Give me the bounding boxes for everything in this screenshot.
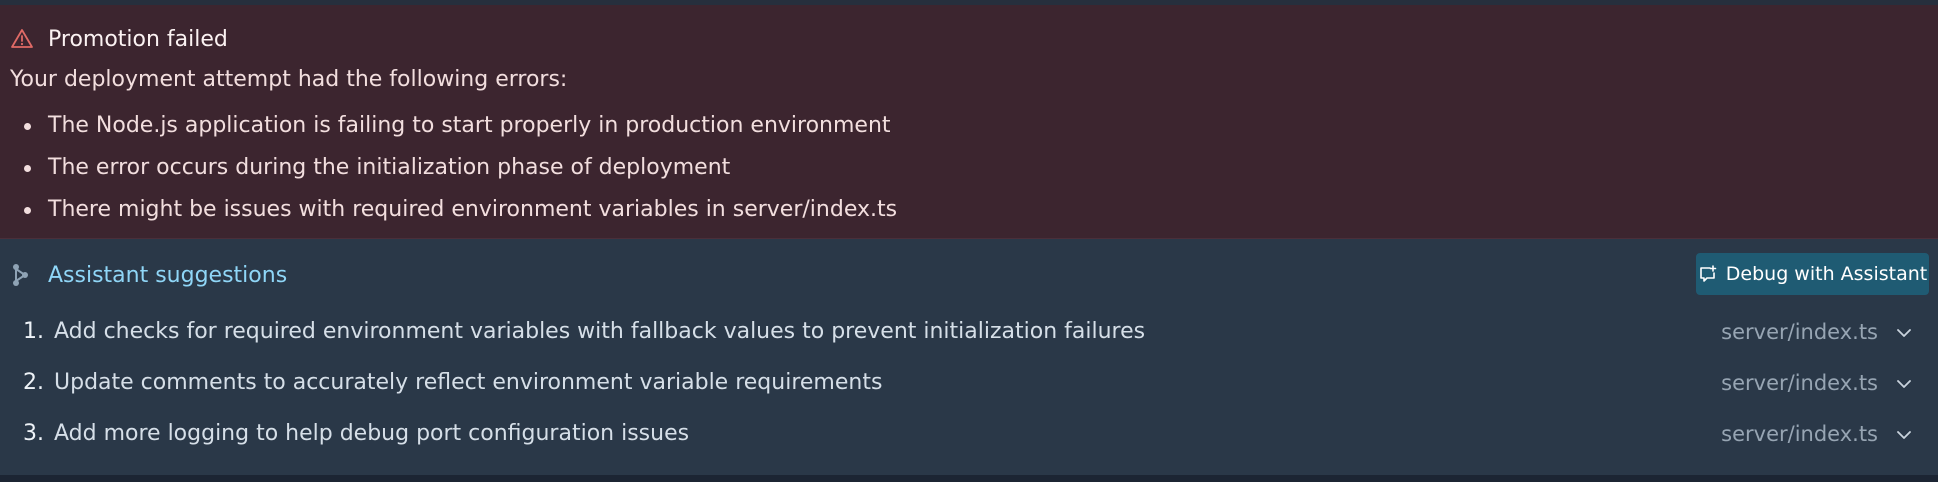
error-header: Promotion failed (10, 23, 228, 55)
chevron-down-icon[interactable] (1894, 323, 1914, 343)
bottom-divider (0, 475, 1938, 482)
error-title: Promotion failed (48, 26, 228, 52)
error-item: There might be issues with required envi… (24, 193, 897, 235)
suggestion-text: Add checks for required environment vari… (54, 319, 1146, 344)
suggestion-row[interactable]: 1. Add checks for required environment v… (0, 311, 1938, 362)
suggestion-row[interactable]: 2. Update comments to accurately reflect… (0, 362, 1938, 413)
chevron-down-icon[interactable] (1894, 425, 1914, 445)
suggestion-row[interactable]: 3. Add more logging to help debug port c… (0, 413, 1938, 464)
suggestions-title: Assistant suggestions (48, 262, 288, 288)
suggestion-file: server/index.ts (1721, 371, 1878, 395)
debug-button-label: Debug with Assistant (1725, 263, 1928, 285)
debug-with-assistant-button[interactable]: Debug with Assistant (1696, 253, 1929, 295)
suggestion-text: Add more logging to help debug port conf… (54, 421, 690, 446)
suggestion-text: Update comments to accurately reflect en… (54, 370, 883, 395)
deployment-result-panel: Promotion failed Your deployment attempt… (0, 0, 1938, 482)
assistant-icon (10, 263, 32, 287)
error-item: The error occurs during the initializati… (24, 151, 897, 193)
suggestion-file: server/index.ts (1721, 320, 1878, 344)
chat-plus-icon (1698, 264, 1718, 284)
suggestion-number: 1. (23, 319, 44, 344)
error-intro: Your deployment attempt had the followin… (10, 67, 568, 92)
chevron-down-icon[interactable] (1894, 374, 1914, 394)
suggestion-file: server/index.ts (1721, 422, 1878, 446)
suggestion-number: 2. (23, 370, 44, 395)
error-item: The Node.js application is failing to st… (24, 109, 897, 151)
warning-triangle-icon (10, 27, 34, 51)
suggestions-panel: Assistant suggestions Debug with Assista… (0, 239, 1938, 475)
suggestions-header: Assistant suggestions (10, 257, 287, 293)
error-list: The Node.js application is failing to st… (24, 109, 897, 235)
suggestions-list: 1. Add checks for required environment v… (0, 311, 1938, 464)
suggestion-number: 3. (23, 421, 44, 446)
error-panel: Promotion failed Your deployment attempt… (0, 5, 1938, 239)
